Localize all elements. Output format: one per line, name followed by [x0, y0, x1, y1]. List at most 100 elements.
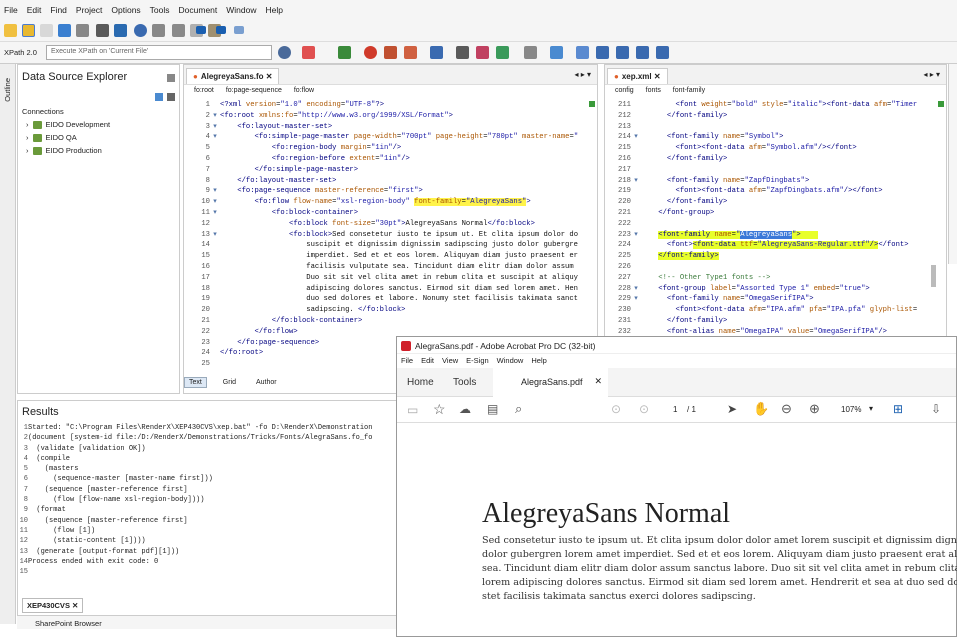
- tab-xep430cvs[interactable]: XEP430CVS ✕: [22, 598, 84, 613]
- menu-item-find[interactable]: Find: [50, 5, 67, 15]
- hand-tool-icon[interactable]: ✋: [753, 401, 769, 417]
- page-down-icon[interactable]: ⊙: [639, 402, 649, 416]
- zoom-in-icon[interactable]: ⊕: [809, 401, 820, 417]
- open-url-icon[interactable]: [40, 24, 53, 37]
- acrobat-menu-item-help[interactable]: Help: [531, 356, 546, 365]
- select-cursor-icon[interactable]: ➤: [727, 402, 737, 416]
- breadcrumb-item[interactable]: config: [615, 87, 634, 94]
- connection-item[interactable]: › EIDO QA: [26, 133, 77, 142]
- zoom-select[interactable]: 107%: [841, 405, 861, 414]
- right-side-panel[interactable]: [948, 64, 957, 264]
- tag-icon[interactable]: [456, 46, 469, 59]
- xpath-version-select[interactable]: XPath 2.0: [4, 48, 37, 57]
- tab-scroll-icon[interactable]: ◂ ▸ ▾: [924, 70, 941, 79]
- format-indent-icon[interactable]: [430, 46, 443, 59]
- menu-item-project[interactable]: Project: [76, 5, 102, 15]
- cut-icon[interactable]: [172, 24, 185, 37]
- find-replace-icon[interactable]: [152, 24, 165, 37]
- edit-icon[interactable]: [524, 46, 537, 59]
- acrobat-menu-item-window[interactable]: Window: [497, 356, 524, 365]
- settings-icon[interactable]: [278, 46, 291, 59]
- expand-icon[interactable]: [636, 46, 649, 59]
- connection-item[interactable]: › EIDO Development: [26, 120, 110, 129]
- arrow-left-icon[interactable]: [196, 26, 206, 34]
- breadcrumb-item[interactable]: font-family: [673, 87, 705, 94]
- menu-icon[interactable]: [167, 93, 175, 101]
- search-icon[interactable]: [134, 24, 147, 37]
- menu-item-file[interactable]: File: [4, 5, 18, 15]
- move-down-icon[interactable]: [596, 46, 609, 59]
- print-icon[interactable]: ▤: [487, 402, 498, 416]
- bookmark-star-icon[interactable]: ☆: [433, 401, 446, 418]
- minimize-icon[interactable]: [167, 74, 175, 82]
- move-up-icon[interactable]: [616, 46, 629, 59]
- tab-scroll-icon[interactable]: ◂ ▸ ▾: [575, 70, 592, 79]
- xpath-input[interactable]: Execute XPath on 'Current File': [46, 45, 272, 60]
- tab-author[interactable]: Author: [252, 378, 281, 387]
- run-transform-icon[interactable]: [364, 46, 377, 59]
- save-icon[interactable]: ▭: [407, 403, 418, 417]
- menu-item-document[interactable]: Document: [179, 5, 218, 15]
- editor-xep-xml[interactable]: ● xep.xml ✕ ◂ ▸ ▾ config fonts font-famil…: [604, 64, 947, 339]
- connections-label: Connections: [22, 107, 64, 116]
- tree-icon[interactable]: [576, 46, 589, 59]
- line-number: 1: [23, 424, 28, 432]
- redo-icon[interactable]: [114, 24, 127, 37]
- breadcrumb-item[interactable]: fo:page-sequence: [226, 87, 282, 94]
- comment-icon[interactable]: [476, 46, 489, 59]
- pdf-page[interactable]: AlegreyaSans Normal Sed consetetur iusto…: [397, 424, 957, 636]
- code-area[interactable]: 211 <font weight="bold" style="italic"><…: [605, 100, 946, 338]
- validate-icon[interactable]: [302, 46, 315, 59]
- document-tab[interactable]: AlegraSans.pdf ✕: [493, 368, 608, 397]
- fit-page-icon[interactable]: ⊞: [893, 402, 903, 416]
- tab-text[interactable]: Text: [184, 377, 207, 388]
- close-icon[interactable]: ✕: [594, 376, 602, 387]
- acrobat-menu-item-file[interactable]: File: [401, 356, 413, 365]
- nav-tools[interactable]: Tools: [453, 377, 476, 388]
- tab-alegreyasans-fo[interactable]: ● AlegreyaSans.fo ✕: [186, 68, 280, 84]
- back-icon[interactable]: [216, 26, 226, 34]
- tab-xep-xml[interactable]: ● xep.xml ✕: [607, 68, 668, 84]
- breadcrumb-item[interactable]: fo:flow: [294, 87, 314, 94]
- upload-cloud-icon[interactable]: ☁: [459, 402, 471, 416]
- refresh-icon[interactable]: [155, 93, 163, 101]
- close-icon[interactable]: ✕: [654, 72, 661, 81]
- chevron-down-icon[interactable]: ▾: [869, 404, 873, 413]
- breadcrumb-item[interactable]: fonts: [646, 87, 661, 94]
- sharepoint-browser-tab[interactable]: SharePoint Browser: [17, 615, 397, 629]
- xpath-tool-icon[interactable]: [550, 46, 563, 59]
- menu-item-edit[interactable]: Edit: [27, 5, 42, 15]
- acrobat-menu-item-view[interactable]: View: [442, 356, 458, 365]
- save-icon[interactable]: [58, 24, 71, 37]
- print-icon[interactable]: [76, 24, 89, 37]
- connection-item[interactable]: › EIDO Production: [26, 146, 102, 155]
- acrobat-menu-item-e-sign[interactable]: E-Sign: [466, 356, 489, 365]
- menu-item-options[interactable]: Options: [111, 5, 140, 15]
- debug-icon[interactable]: [404, 46, 417, 59]
- close-icon[interactable]: ✕: [266, 72, 273, 81]
- close-icon[interactable]: ✕: [72, 601, 78, 610]
- menu-item-tools[interactable]: Tools: [150, 5, 170, 15]
- nav-home[interactable]: Home: [407, 377, 434, 388]
- acrobat-menu-item-edit[interactable]: Edit: [421, 356, 434, 365]
- pin-icon[interactable]: [496, 46, 509, 59]
- spellcheck-icon[interactable]: [338, 46, 351, 59]
- page-number-input[interactable]: 1: [673, 405, 677, 414]
- code-area[interactable]: 1 <?xml version="1.0" encoding="UTF-8"?> …: [184, 100, 597, 370]
- configure-transform-icon[interactable]: [384, 46, 397, 59]
- zoom-search-icon[interactable]: ⌕: [515, 401, 522, 417]
- new-file-icon[interactable]: [4, 24, 17, 37]
- breadcrumb-item[interactable]: fo:root: [194, 87, 214, 94]
- zoom-out-icon[interactable]: ⊖: [781, 401, 792, 417]
- open-folder-icon[interactable]: [22, 24, 35, 37]
- undo-icon[interactable]: [96, 24, 109, 37]
- results-output[interactable]: 1Started: "C:\Program Files\RenderX\XEP4…: [18, 423, 373, 577]
- menu-item-help[interactable]: Help: [266, 5, 283, 15]
- tab-grid[interactable]: Grid: [219, 378, 240, 387]
- outline-sidebar[interactable]: Outline: [0, 64, 16, 624]
- collapse-icon[interactable]: [656, 46, 669, 59]
- forward-icon[interactable]: [234, 26, 244, 34]
- scroll-mode-icon[interactable]: ⇩: [931, 402, 941, 416]
- menu-item-window[interactable]: Window: [226, 5, 256, 15]
- page-up-icon[interactable]: ⊙: [611, 402, 621, 416]
